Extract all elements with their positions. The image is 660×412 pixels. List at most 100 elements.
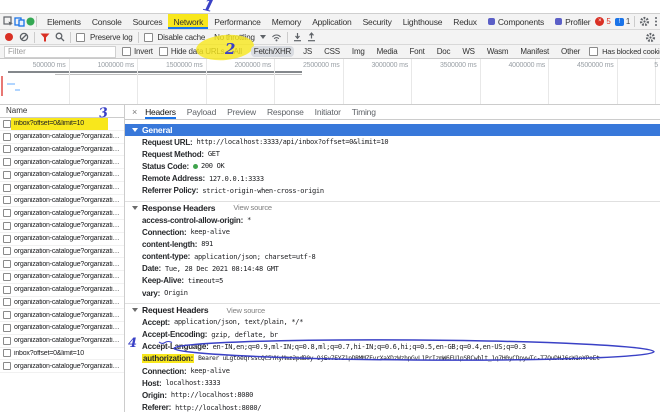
- chip-img[interactable]: Img: [349, 46, 368, 57]
- device-toolbar-icon[interactable]: [14, 16, 25, 27]
- request-checkbox[interactable]: [3, 170, 11, 179]
- tab-label: Memory: [271, 16, 302, 27]
- tab-application[interactable]: Application: [307, 14, 356, 29]
- details-tab-payload[interactable]: Payload: [187, 104, 217, 119]
- import-har-icon[interactable]: [293, 32, 302, 42]
- request-checkbox[interactable]: [3, 183, 11, 192]
- hide-data-urls-checkbox[interactable]: [158, 47, 168, 56]
- network-conditions-icon[interactable]: [271, 33, 282, 42]
- request-list-item[interactable]: organization-catalogue?organizati…: [0, 322, 124, 335]
- preserve-log-checkbox[interactable]: [76, 32, 85, 42]
- tab-memory[interactable]: Memory: [267, 14, 307, 29]
- request-list-item[interactable]: inbox?offset=0&limit=10: [0, 348, 124, 361]
- request-checkbox[interactable]: [3, 132, 11, 141]
- request-checkbox[interactable]: [3, 119, 11, 128]
- chip-css[interactable]: CSS: [321, 46, 343, 57]
- tab-console[interactable]: Console: [87, 14, 127, 29]
- view-source-link[interactable]: View source: [233, 203, 272, 212]
- request-list-item[interactable]: organization-catalogue?organizati…: [0, 131, 124, 144]
- request-checkbox[interactable]: [3, 158, 11, 167]
- request-checkbox[interactable]: [3, 349, 11, 358]
- tab-elements[interactable]: Elements: [42, 14, 86, 29]
- tab-components[interactable]: Components: [483, 14, 549, 29]
- request-list-item[interactable]: organization-catalogue?organizati…: [0, 309, 124, 322]
- tab-sources[interactable]: Sources: [128, 14, 168, 29]
- request-list-item[interactable]: organization-catalogue?organizati…: [0, 335, 124, 348]
- request-checkbox[interactable]: [3, 323, 11, 332]
- view-source-link[interactable]: View source: [226, 306, 265, 315]
- section-header-general[interactable]: General: [125, 124, 660, 136]
- tab-lighthouse[interactable]: Lighthouse: [398, 14, 448, 29]
- settings-gear-icon[interactable]: [639, 16, 650, 27]
- request-details-pane: × Headers Payload Preview Response Initiator…: [125, 104, 660, 412]
- request-checkbox[interactable]: [3, 272, 11, 281]
- request-list-item[interactable]: organization-catalogue?organizati…: [0, 195, 124, 208]
- extension-green-dot-icon[interactable]: [25, 16, 36, 27]
- error-badge[interactable]: × 5: [595, 17, 611, 26]
- request-list-item[interactable]: organization-catalogue?organizati…: [0, 182, 124, 195]
- export-har-icon[interactable]: [307, 32, 316, 42]
- network-overview-timeline[interactable]: 500000 ms 1000000 ms 1500000 ms 2000000 ms 2…: [0, 59, 660, 105]
- network-settings-gear-icon[interactable]: [645, 32, 656, 43]
- disable-cache-checkbox[interactable]: [143, 32, 153, 42]
- chip-fetch-xhr[interactable]: Fetch/XHR: [250, 46, 295, 57]
- inspect-element-icon[interactable]: [3, 16, 14, 27]
- chip-doc[interactable]: Doc: [434, 46, 454, 57]
- chip-ws[interactable]: WS: [459, 46, 478, 57]
- request-checkbox[interactable]: [3, 209, 11, 218]
- request-checkbox[interactable]: [3, 260, 11, 269]
- request-list-item[interactable]: organization-catalogue?organizati…: [0, 144, 124, 157]
- details-tab-response[interactable]: Response: [267, 104, 304, 119]
- section-header-response-headers[interactable]: Response Headers View source: [125, 200, 660, 214]
- tab-profiler[interactable]: Profiler: [550, 14, 595, 29]
- request-checkbox[interactable]: [3, 336, 11, 345]
- filter-input[interactable]: [4, 45, 116, 58]
- request-list-item[interactable]: organization-catalogue?organizati…: [0, 207, 124, 220]
- request-checkbox[interactable]: [3, 311, 11, 320]
- record-network-log-icon[interactable]: [4, 32, 14, 42]
- details-tab-preview[interactable]: Preview: [227, 104, 256, 119]
- tab-performance[interactable]: Performance: [209, 14, 265, 29]
- kebab-menu-icon[interactable]: [654, 16, 658, 27]
- request-list-item[interactable]: inbox?offset=0&limit=10: [0, 118, 124, 131]
- chip-wasm[interactable]: Wasm: [484, 46, 512, 57]
- request-list-item[interactable]: organization-catalogue?organizati…: [0, 246, 124, 259]
- chip-font[interactable]: Font: [406, 46, 427, 57]
- request-checkbox[interactable]: [3, 247, 11, 256]
- request-checkbox[interactable]: [3, 234, 11, 243]
- request-checkbox[interactable]: [3, 196, 11, 205]
- request-checkbox[interactable]: [3, 362, 11, 371]
- has-blocked-cookies-checkbox[interactable]: [589, 47, 599, 56]
- chip-media[interactable]: Media: [374, 46, 401, 57]
- tab-redux[interactable]: Redux: [448, 14, 482, 29]
- request-list-item[interactable]: organization-catalogue?organizati…: [0, 233, 124, 246]
- request-checkbox[interactable]: [3, 145, 11, 154]
- request-list-item[interactable]: organization-catalogue?organizati…: [0, 220, 124, 233]
- request-list-item[interactable]: organization-catalogue?organizati…: [0, 271, 124, 284]
- invert-checkbox[interactable]: [122, 47, 131, 56]
- chip-manifest[interactable]: Manifest: [517, 46, 552, 57]
- issues-badge[interactable]: ! 1: [614, 17, 630, 26]
- request-list-item[interactable]: organization-catalogue?organizati…: [0, 360, 124, 373]
- request-checkbox[interactable]: [3, 221, 11, 230]
- chip-other[interactable]: Other: [558, 46, 583, 57]
- details-tab-timing[interactable]: Timing: [352, 104, 376, 119]
- request-list-item[interactable]: organization-catalogue?organizati…: [0, 284, 124, 297]
- request-list-item[interactable]: organization-catalogue?organizati…: [0, 297, 124, 310]
- tab-security[interactable]: Security: [358, 14, 397, 29]
- request-list-item[interactable]: organization-catalogue?organizati…: [0, 156, 124, 169]
- tab-network[interactable]: Network: [168, 14, 209, 29]
- request-list-item[interactable]: organization-catalogue?organizati…: [0, 169, 124, 182]
- clear-network-log-icon[interactable]: [19, 32, 29, 42]
- request-checkbox[interactable]: [3, 298, 11, 307]
- filter-funnel-icon[interactable]: [40, 33, 50, 42]
- details-tab-headers[interactable]: Headers: [145, 104, 176, 119]
- chip-js[interactable]: JS: [300, 46, 315, 57]
- name-column-header[interactable]: Name: [0, 104, 124, 118]
- search-icon[interactable]: [55, 32, 65, 42]
- section-header-request-headers[interactable]: Request Headers View source: [125, 303, 660, 316]
- request-list-item[interactable]: organization-catalogue?organizati…: [0, 258, 124, 271]
- details-tab-initiator[interactable]: Initiator: [315, 104, 341, 119]
- request-checkbox[interactable]: [3, 285, 11, 294]
- close-details-icon[interactable]: ×: [132, 107, 137, 117]
